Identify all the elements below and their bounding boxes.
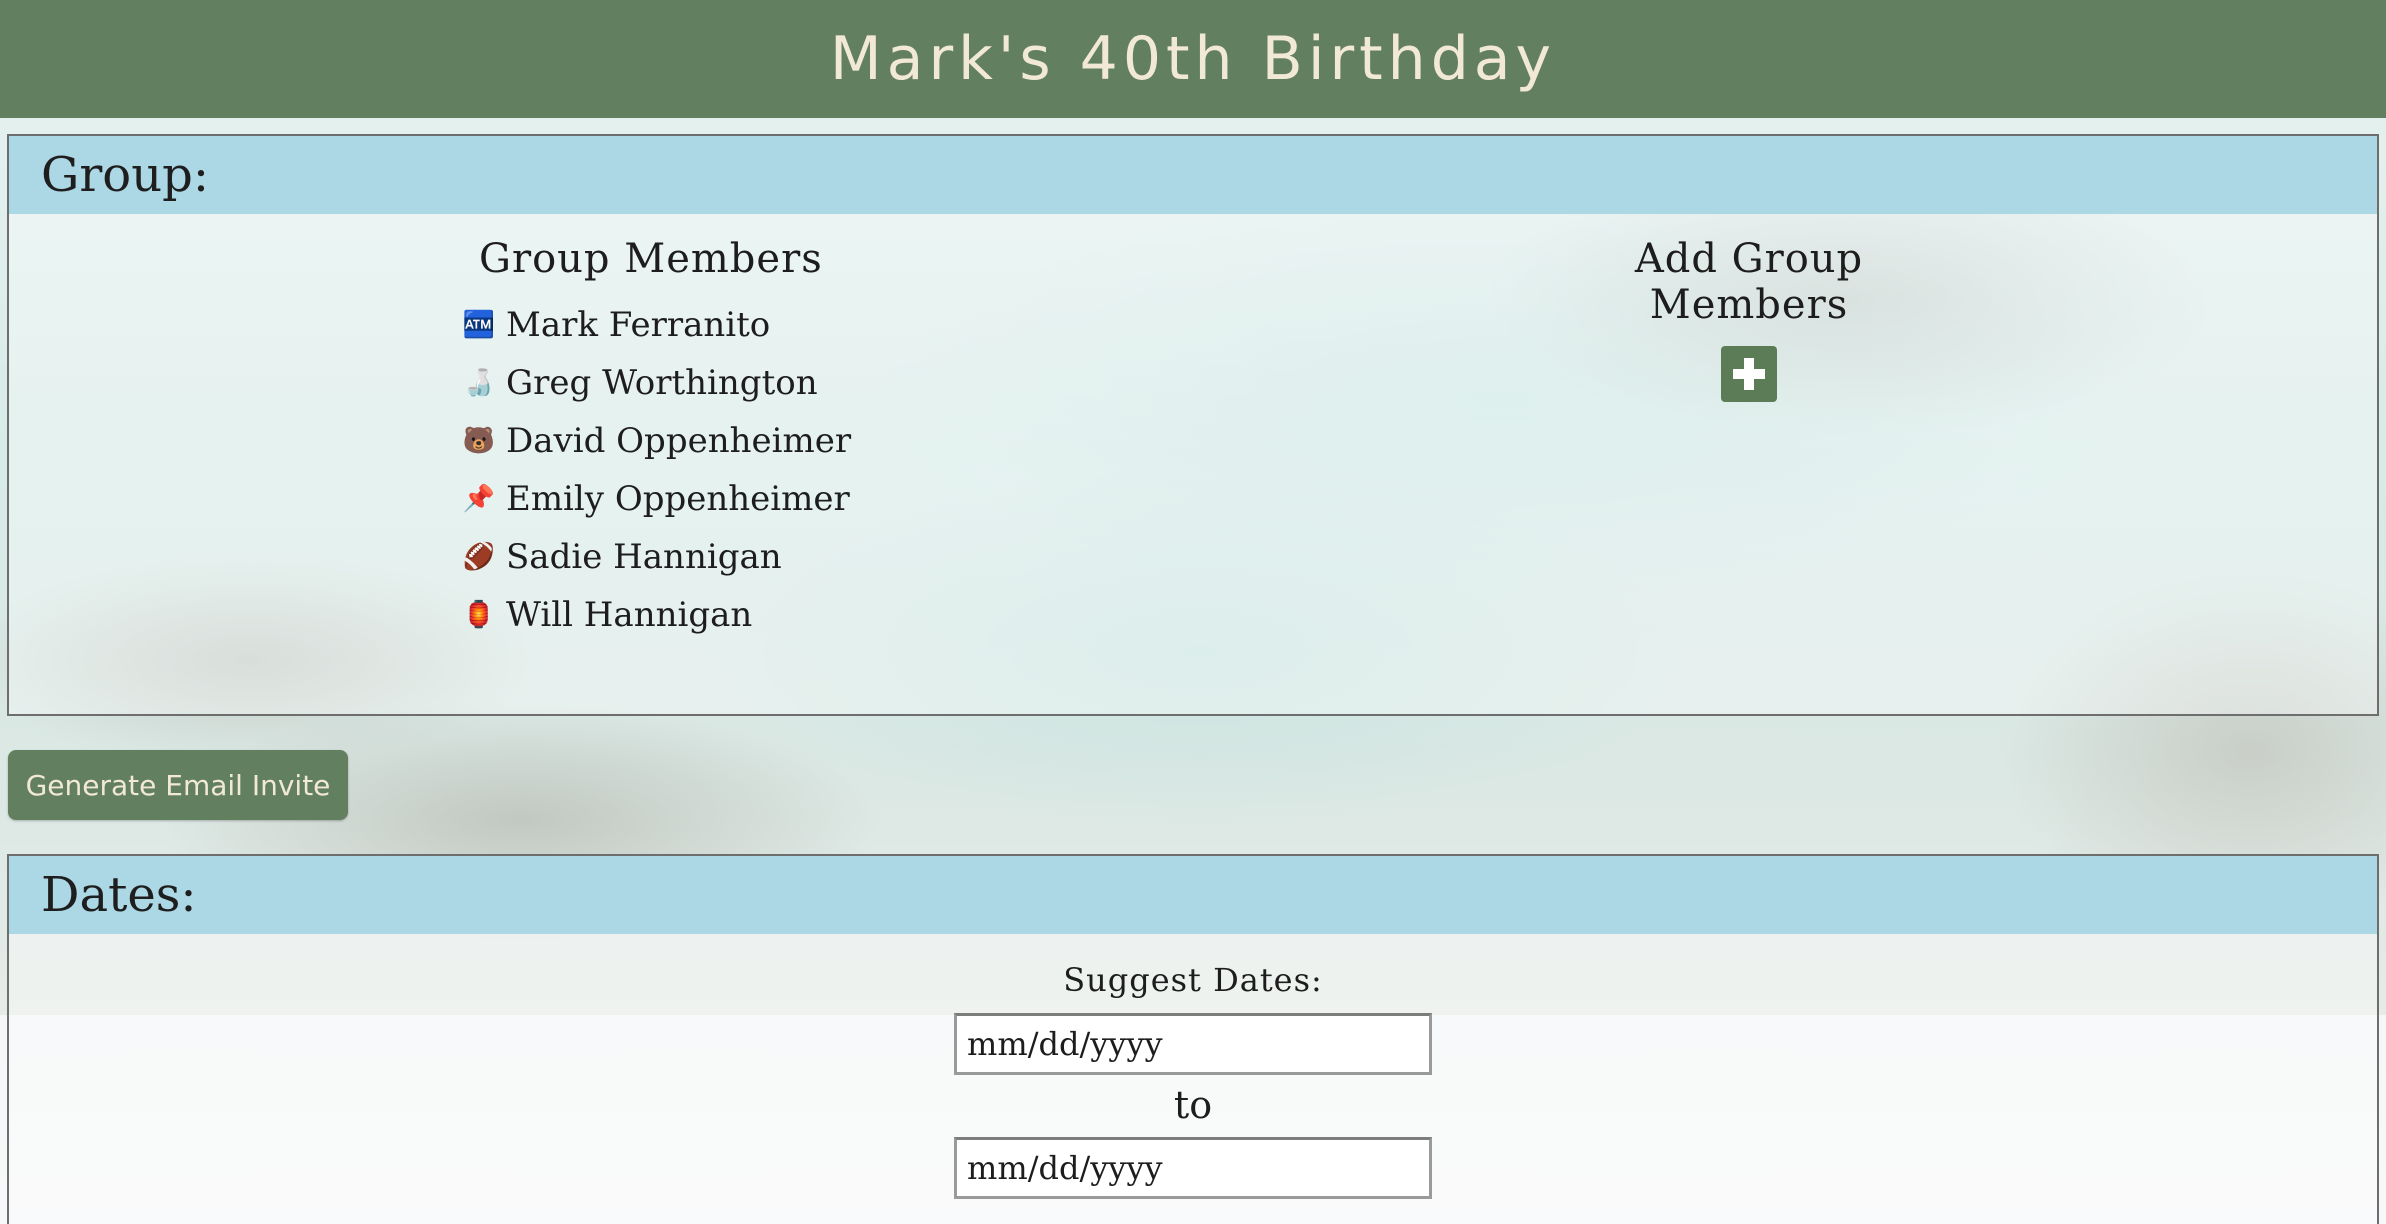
member-name: Emily Oppenheimer [506,479,850,519]
group-members-heading: Group Members [479,236,823,282]
group-members-column: Group Members 🏧 Mark Ferranito 🍶 Greg Wo… [462,236,852,644]
member-name: Greg Worthington [506,363,818,403]
generate-email-invite-button[interactable]: Generate Email Invite [8,750,348,820]
member-item: 🏮 Will Hannigan [462,586,851,644]
atm-icon: 🏧 [462,310,496,340]
group-panel-header: Group: [9,136,2377,214]
member-item: 📌 Emily Oppenheimer [462,470,851,528]
member-item: 🏈 Sadie Hannigan [462,528,851,586]
suggest-dates-label: Suggest Dates: [1063,961,1323,999]
add-member-button[interactable] [1721,346,1777,402]
start-date-input[interactable] [954,1013,1432,1075]
dates-section-title: Dates: [41,867,197,923]
group-panel: Group: Group Members 🏧 Mark Ferranito 🍶 … [7,134,2379,716]
lantern-icon: 🏮 [462,600,496,630]
football-icon: 🏈 [462,542,496,572]
member-name: Sadie Hannigan [506,537,782,577]
dates-panel-header: Dates: [9,856,2377,934]
group-section-title: Group: [41,147,209,203]
member-name: David Oppenheimer [506,421,852,461]
bear-icon: 🐻 [462,426,496,456]
to-label: to [1173,1083,1213,1127]
member-name: Mark Ferranito [506,305,771,345]
end-date-input[interactable] [954,1137,1432,1199]
add-members-column: Add Group Members [1534,236,1964,402]
add-members-heading: Add Group Members [1634,236,1864,328]
sake-bottle-icon: 🍶 [462,368,496,398]
suggest-dates-form: Suggest Dates: to [9,961,2377,1199]
member-item: 🍶 Greg Worthington [462,354,851,412]
member-item: 🐻 David Oppenheimer [462,412,852,470]
member-name: Will Hannigan [506,595,753,635]
pushpin-icon: 📌 [462,484,496,514]
top-bar: Mark's 40th Birthday [0,0,2386,118]
dates-panel: Dates: Suggest Dates: to [7,854,2379,1224]
page-title: Mark's 40th Birthday [829,24,1557,94]
member-item: 🏧 Mark Ferranito [462,296,851,354]
